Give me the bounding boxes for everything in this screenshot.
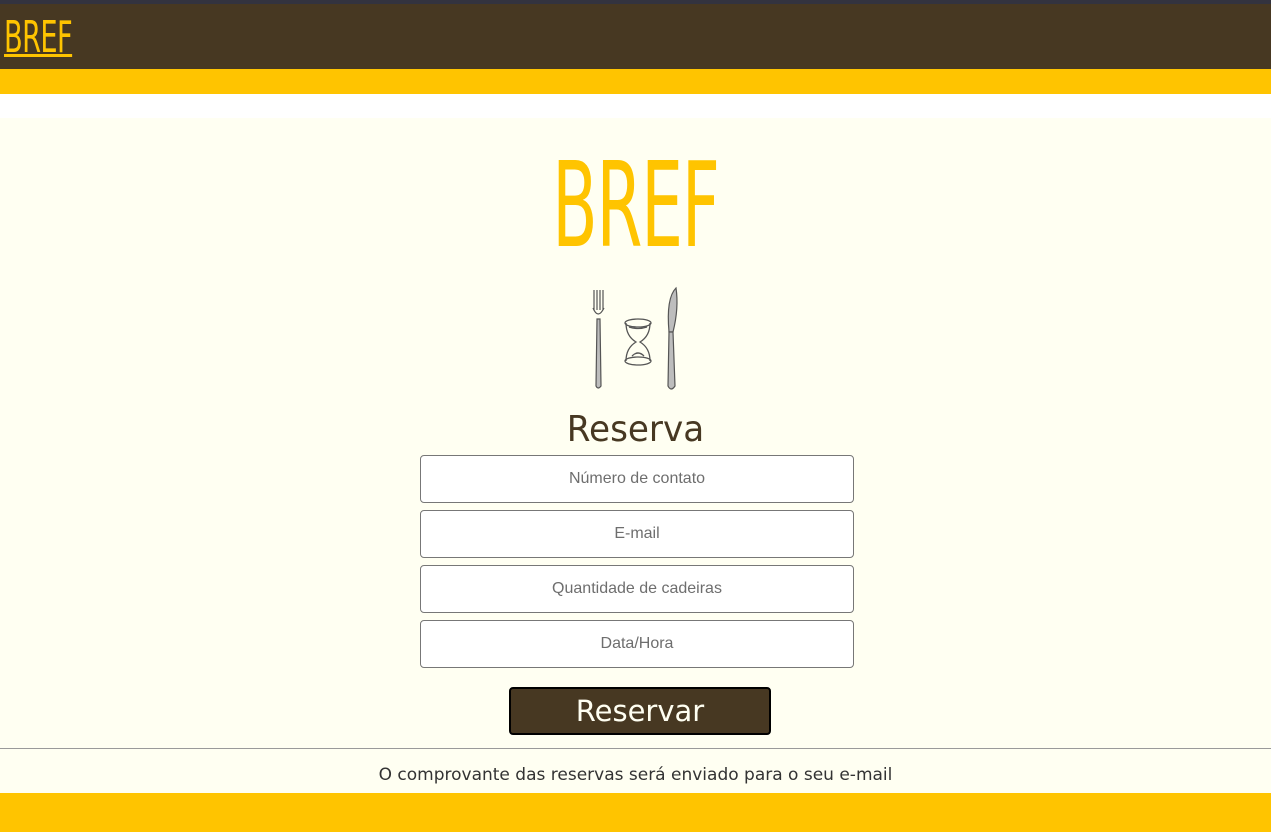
chair-quantity-input[interactable] (420, 565, 854, 613)
contact-number-input[interactable] (420, 455, 854, 503)
header-logo-link[interactable]: BREF (4, 14, 73, 62)
reserve-button[interactable]: Reservar (509, 687, 771, 735)
confirmation-note: O comprovante das reservas será enviado … (378, 765, 893, 785)
hero-title: BREF (552, 136, 720, 274)
fork-hourglass-knife-icon (592, 286, 678, 390)
fork-icon (592, 290, 605, 389)
form-title: Reserva (566, 409, 705, 450)
divider (0, 748, 1271, 749)
hourglass-icon (624, 318, 652, 366)
datetime-input[interactable] (420, 620, 854, 668)
email-input[interactable] (420, 510, 854, 558)
site-footer (0, 793, 1271, 832)
site-header: BREF (0, 4, 1271, 69)
knife-icon (667, 286, 678, 390)
header-accent-stripe (0, 69, 1271, 94)
